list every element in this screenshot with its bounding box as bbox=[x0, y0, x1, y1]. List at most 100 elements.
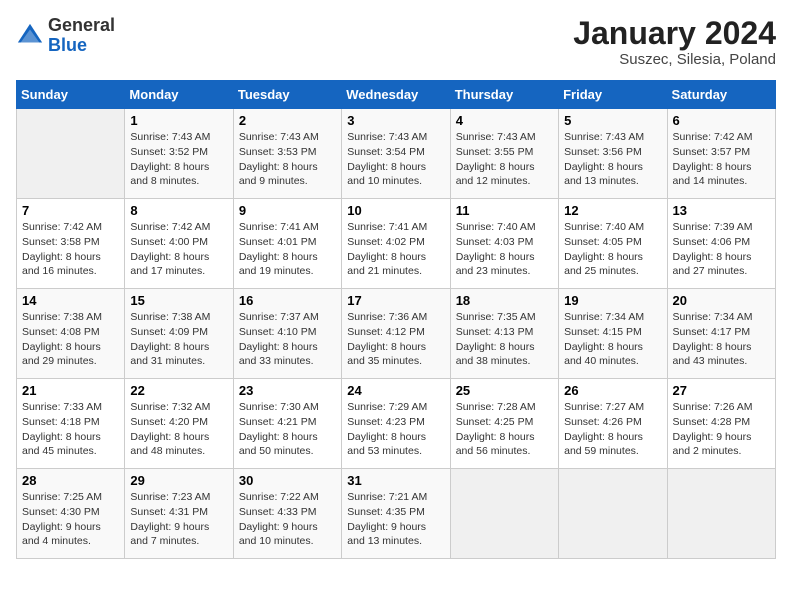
calendar-cell: 1Sunrise: 7:43 AMSunset: 3:52 PMDaylight… bbox=[125, 109, 233, 199]
day-info: Sunrise: 7:43 AMSunset: 3:53 PMDaylight:… bbox=[239, 130, 336, 189]
day-number: 4 bbox=[456, 113, 553, 128]
day-number: 7 bbox=[22, 203, 119, 218]
day-number: 8 bbox=[130, 203, 227, 218]
day-number: 18 bbox=[456, 293, 553, 308]
calendar-cell: 4 Sunrise: 7:43 AMSunset: 3:55 PMDaylight… bbox=[450, 109, 558, 199]
header-thursday: Thursday bbox=[450, 81, 558, 109]
calendar-cell bbox=[450, 469, 558, 559]
calendar-cell: 16 Sunrise: 7:37 AMSunset: 4:10 PMDayligh… bbox=[233, 289, 341, 379]
logo: General Blue bbox=[16, 16, 115, 56]
day-info: Sunrise: 7:37 AMSunset: 4:10 PMDaylight:… bbox=[239, 310, 336, 369]
day-info: Sunrise: 7:41 AMSunset: 4:02 PMDaylight:… bbox=[347, 220, 444, 279]
calendar-cell: 24Sunrise: 7:29 AMSunset: 4:23 PMDayligh… bbox=[342, 379, 450, 469]
calendar-cell: 7Sunrise: 7:42 AMSunset: 3:58 PMDaylight… bbox=[17, 199, 125, 289]
day-number: 10 bbox=[347, 203, 444, 218]
calendar-cell: 20Sunrise: 7:34 AMSunset: 4:17 PMDayligh… bbox=[667, 289, 775, 379]
day-info: Sunrise: 7:43 AMSunset: 3:55 PMDaylight:… bbox=[456, 130, 553, 189]
calendar-cell: 28 Sunrise: 7:25 AMSunset: 4:30 PMDayligh… bbox=[17, 469, 125, 559]
calendar-cell: 15 Sunrise: 7:38 AMSunset: 4:09 PMDayligh… bbox=[125, 289, 233, 379]
logo-icon bbox=[16, 22, 44, 50]
calendar-week-row: 1Sunrise: 7:43 AMSunset: 3:52 PMDaylight… bbox=[17, 109, 776, 199]
calendar-cell: 29 Sunrise: 7:23 AMSunset: 4:31 PMDayligh… bbox=[125, 469, 233, 559]
calendar-cell: 25Sunrise: 7:28 AMSunset: 4:25 PMDayligh… bbox=[450, 379, 558, 469]
day-number: 16 bbox=[239, 293, 336, 308]
day-info: Sunrise: 7:23 AMSunset: 4:31 PMDaylight:… bbox=[130, 490, 227, 549]
location: Suszec, Silesia, Poland bbox=[573, 51, 776, 68]
day-number: 2 bbox=[239, 113, 336, 128]
day-number: 13 bbox=[673, 203, 770, 218]
calendar-cell: 13Sunrise: 7:39 AMSunset: 4:06 PMDayligh… bbox=[667, 199, 775, 289]
day-info: Sunrise: 7:34 AMSunset: 4:15 PMDaylight:… bbox=[564, 310, 661, 369]
calendar-cell: 9 Sunrise: 7:41 AMSunset: 4:01 PMDaylight… bbox=[233, 199, 341, 289]
day-number: 1 bbox=[130, 113, 227, 128]
calendar-header-row: SundayMondayTuesdayWednesdayThursdayFrid… bbox=[17, 81, 776, 109]
day-info: Sunrise: 7:41 AMSunset: 4:01 PMDaylight:… bbox=[239, 220, 336, 279]
day-number: 31 bbox=[347, 473, 444, 488]
day-info: Sunrise: 7:27 AMSunset: 4:26 PMDaylight:… bbox=[564, 400, 661, 459]
day-number: 5 bbox=[564, 113, 661, 128]
calendar-week-row: 14Sunrise: 7:38 AMSunset: 4:08 PMDayligh… bbox=[17, 289, 776, 379]
calendar-cell: 12Sunrise: 7:40 AMSunset: 4:05 PMDayligh… bbox=[559, 199, 667, 289]
day-info: Sunrise: 7:30 AMSunset: 4:21 PMDaylight:… bbox=[239, 400, 336, 459]
month-year: January 2024 bbox=[573, 16, 776, 51]
calendar-week-row: 28 Sunrise: 7:25 AMSunset: 4:30 PMDayligh… bbox=[17, 469, 776, 559]
day-info: Sunrise: 7:22 AMSunset: 4:33 PMDaylight:… bbox=[239, 490, 336, 549]
calendar-week-row: 21 Sunrise: 7:33 AMSunset: 4:18 PMDayligh… bbox=[17, 379, 776, 469]
day-number: 17 bbox=[347, 293, 444, 308]
calendar-cell: 6Sunrise: 7:42 AMSunset: 3:57 PMDaylight… bbox=[667, 109, 775, 199]
calendar-cell: 14Sunrise: 7:38 AMSunset: 4:08 PMDayligh… bbox=[17, 289, 125, 379]
day-info: Sunrise: 7:35 AMSunset: 4:13 PMDaylight:… bbox=[456, 310, 553, 369]
calendar-cell: 8Sunrise: 7:42 AMSunset: 4:00 PMDaylight… bbox=[125, 199, 233, 289]
day-number: 28 bbox=[22, 473, 119, 488]
day-info: Sunrise: 7:43 AMSunset: 3:54 PMDaylight:… bbox=[347, 130, 444, 189]
calendar-cell: 22 Sunrise: 7:32 AMSunset: 4:20 PMDayligh… bbox=[125, 379, 233, 469]
day-number: 24 bbox=[347, 383, 444, 398]
header-wednesday: Wednesday bbox=[342, 81, 450, 109]
day-number: 22 bbox=[130, 383, 227, 398]
day-number: 9 bbox=[239, 203, 336, 218]
calendar-cell: 5 Sunrise: 7:43 AMSunset: 3:56 PMDaylight… bbox=[559, 109, 667, 199]
day-info: Sunrise: 7:32 AMSunset: 4:20 PMDaylight:… bbox=[130, 400, 227, 459]
calendar-cell: 3 Sunrise: 7:43 AMSunset: 3:54 PMDaylight… bbox=[342, 109, 450, 199]
day-number: 26 bbox=[564, 383, 661, 398]
day-number: 3 bbox=[347, 113, 444, 128]
calendar-cell bbox=[559, 469, 667, 559]
day-info: Sunrise: 7:38 AMSunset: 4:09 PMDaylight:… bbox=[130, 310, 227, 369]
day-number: 21 bbox=[22, 383, 119, 398]
day-number: 19 bbox=[564, 293, 661, 308]
calendar-table: SundayMondayTuesdayWednesdayThursdayFrid… bbox=[16, 80, 776, 559]
calendar-cell: 26 Sunrise: 7:27 AMSunset: 4:26 PMDayligh… bbox=[559, 379, 667, 469]
day-number: 20 bbox=[673, 293, 770, 308]
calendar-cell: 2 Sunrise: 7:43 AMSunset: 3:53 PMDaylight… bbox=[233, 109, 341, 199]
calendar-cell: 19 Sunrise: 7:34 AMSunset: 4:15 PMDayligh… bbox=[559, 289, 667, 379]
calendar-cell: 11Sunrise: 7:40 AMSunset: 4:03 PMDayligh… bbox=[450, 199, 558, 289]
day-info: Sunrise: 7:33 AMSunset: 4:18 PMDaylight:… bbox=[22, 400, 119, 459]
day-number: 25 bbox=[456, 383, 553, 398]
calendar-cell bbox=[17, 109, 125, 199]
title-block: January 2024 Suszec, Silesia, Poland bbox=[573, 16, 776, 68]
calendar-cell: 21 Sunrise: 7:33 AMSunset: 4:18 PMDayligh… bbox=[17, 379, 125, 469]
day-number: 30 bbox=[239, 473, 336, 488]
day-info: Sunrise: 7:26 AMSunset: 4:28 PMDaylight:… bbox=[673, 400, 770, 459]
day-info: Sunrise: 7:25 AMSunset: 4:30 PMDaylight:… bbox=[22, 490, 119, 549]
day-number: 12 bbox=[564, 203, 661, 218]
day-number: 29 bbox=[130, 473, 227, 488]
header-friday: Friday bbox=[559, 81, 667, 109]
day-info: Sunrise: 7:36 AMSunset: 4:12 PMDaylight:… bbox=[347, 310, 444, 369]
calendar-cell: 18 Sunrise: 7:35 AMSunset: 4:13 PMDayligh… bbox=[450, 289, 558, 379]
logo-text: General Blue bbox=[48, 16, 115, 56]
calendar-cell: 30 Sunrise: 7:22 AMSunset: 4:33 PMDayligh… bbox=[233, 469, 341, 559]
calendar-cell: 17 Sunrise: 7:36 AMSunset: 4:12 PMDayligh… bbox=[342, 289, 450, 379]
day-number: 27 bbox=[673, 383, 770, 398]
day-info: Sunrise: 7:43 AMSunset: 3:56 PMDaylight:… bbox=[564, 130, 661, 189]
day-number: 23 bbox=[239, 383, 336, 398]
day-number: 15 bbox=[130, 293, 227, 308]
header-saturday: Saturday bbox=[667, 81, 775, 109]
calendar-week-row: 7Sunrise: 7:42 AMSunset: 3:58 PMDaylight… bbox=[17, 199, 776, 289]
day-info: Sunrise: 7:21 AMSunset: 4:35 PMDaylight:… bbox=[347, 490, 444, 549]
calendar-cell: 10 Sunrise: 7:41 AMSunset: 4:02 PMDayligh… bbox=[342, 199, 450, 289]
day-info: Sunrise: 7:38 AMSunset: 4:08 PMDaylight:… bbox=[22, 310, 119, 369]
header-monday: Monday bbox=[125, 81, 233, 109]
day-info: Sunrise: 7:42 AMSunset: 3:57 PMDaylight:… bbox=[673, 130, 770, 189]
day-number: 11 bbox=[456, 203, 553, 218]
